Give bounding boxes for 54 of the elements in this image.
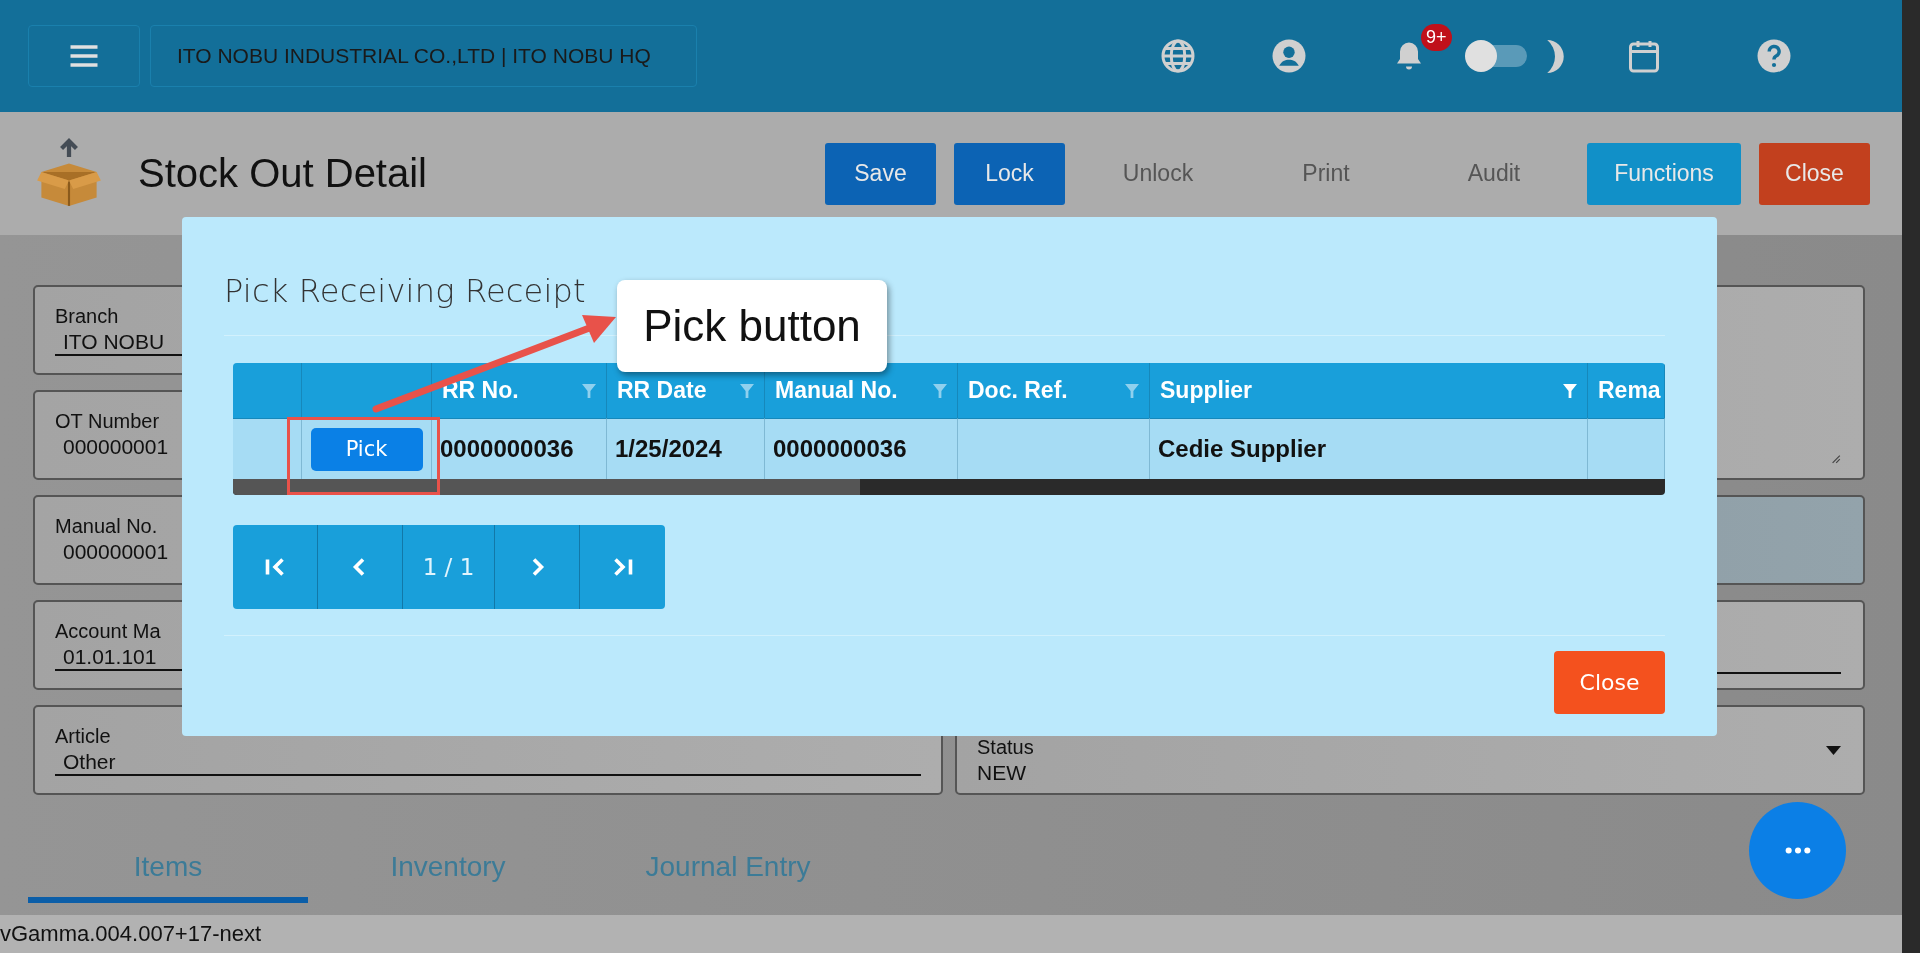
field-label: Article xyxy=(55,725,111,748)
first-page-button[interactable] xyxy=(233,525,318,609)
menu-button[interactable] xyxy=(28,25,140,87)
annotation-callout: Pick button xyxy=(617,280,887,372)
dialog-title: Pick Receiving Receipt xyxy=(224,272,587,310)
column-header[interactable]: Doc. Ref. xyxy=(968,377,1068,404)
globe-icon[interactable] xyxy=(1160,38,1196,74)
scrollbar-thumb[interactable] xyxy=(233,479,860,495)
company-selector[interactable]: ITO NOBU INDUSTRIAL CO.,LTD | ITO NOBU HQ xyxy=(150,25,697,87)
close-button[interactable]: Close xyxy=(1554,651,1665,714)
table-cell: 0000000036 xyxy=(773,435,907,463)
column-header[interactable]: RR Date xyxy=(617,377,707,404)
filter-icon[interactable] xyxy=(933,383,947,398)
scrollbar[interactable] xyxy=(1902,0,1920,953)
filter-icon[interactable] xyxy=(582,383,596,398)
column-header[interactable]: Rema xyxy=(1598,377,1661,404)
toolbar-button[interactable]: Functions xyxy=(1587,142,1741,205)
field-value: Other xyxy=(62,750,116,774)
field-label: Status xyxy=(977,735,1034,759)
field-label: OT Number xyxy=(55,410,160,433)
toolbar-button[interactable]: Close xyxy=(1759,142,1870,205)
field-value: ITO NOBU xyxy=(62,330,165,354)
table-cell: 0000000036 xyxy=(440,435,574,463)
page-indicator: 1 / 1 xyxy=(403,525,495,609)
moon-icon xyxy=(1547,39,1564,73)
filter-icon[interactable] xyxy=(740,383,754,398)
pick-button[interactable]: Pick xyxy=(310,427,423,471)
help-icon[interactable] xyxy=(1756,38,1792,74)
field-value: NEW xyxy=(977,760,1027,785)
caret-icon xyxy=(1826,745,1841,755)
toolbar-button[interactable]: Lock xyxy=(954,142,1065,205)
calendar-icon[interactable] xyxy=(1626,38,1662,74)
horizontal-scrollbar[interactable] xyxy=(233,479,1665,495)
version-label: vGamma.004.007+17-next xyxy=(0,915,1902,953)
field-value: 000000001 xyxy=(62,435,169,459)
page-title: Stock Out Detail xyxy=(138,151,427,196)
table-cell: Cedie Supplier xyxy=(1158,435,1327,463)
resize-grip-icon[interactable] xyxy=(1829,452,1841,464)
column-header[interactable]: Manual No. xyxy=(775,377,898,404)
ellipsis-icon xyxy=(1783,847,1812,854)
toolbar-button[interactable]: Save xyxy=(825,142,936,205)
column-header[interactable]: Supplier xyxy=(1160,377,1252,404)
field-label: Account Ma xyxy=(55,620,161,643)
field-value: 01.01.101 xyxy=(62,645,157,669)
field-value: 000000001 xyxy=(62,540,169,564)
filter-icon[interactable] xyxy=(1125,383,1139,398)
field-label: Branch xyxy=(55,305,119,328)
dark-mode-toggle[interactable] xyxy=(1465,40,1527,72)
field-label: Manual No. xyxy=(55,515,158,538)
filter-icon[interactable] xyxy=(1563,383,1577,398)
last-page-button[interactable] xyxy=(580,525,665,609)
user-icon[interactable] xyxy=(1271,38,1307,74)
notification-badge: 9+ xyxy=(1421,24,1452,51)
table-cell: 1/25/2024 xyxy=(615,435,722,463)
